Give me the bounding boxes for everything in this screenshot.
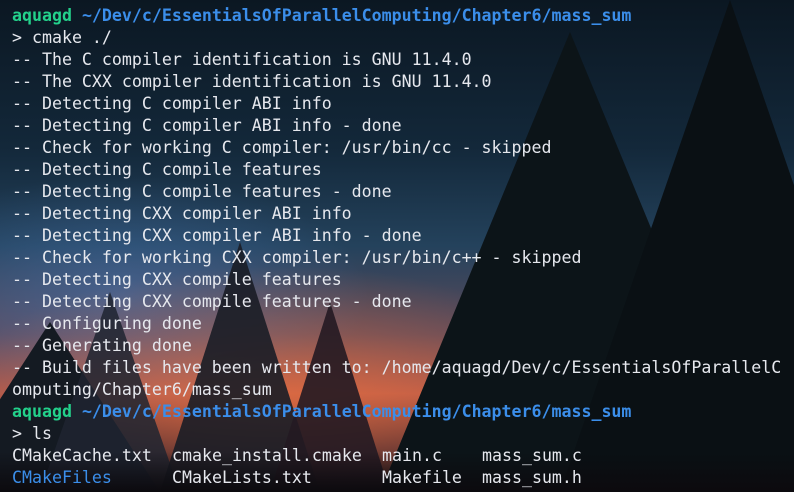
output-line: -- Generating done <box>12 336 192 355</box>
output-line: -- Detecting CXX compile features <box>12 270 342 289</box>
terminal-output[interactable]: aquagd ~/Dev/c/EssentialsOfParallelCompu… <box>12 5 794 489</box>
prompt-path: ~/Dev/c/EssentialsOfParallelComputing/Ch… <box>71 402 632 421</box>
output-line: -- Detecting C compile features - done <box>12 182 392 201</box>
directory-entry: CMakeFiles <box>12 468 112 487</box>
output-line: -- Detecting CXX compiler ABI info - don… <box>12 226 422 245</box>
shell-prompt: aquagd ~/Dev/c/EssentialsOfParallelCompu… <box>12 5 794 27</box>
output-line: -- Configuring done <box>12 314 202 333</box>
prompt-user: aquagd <box>12 6 72 25</box>
output-line: omputing/Chapter6/mass_sum <box>12 380 272 399</box>
file-entry: Makefile <box>382 468 462 487</box>
prompt-user: aquagd <box>12 402 72 421</box>
output-line: -- Detecting C compiler ABI info - done <box>12 116 402 135</box>
output-line: -- Detecting CXX compiler ABI info <box>12 204 352 223</box>
file-entry: main.c <box>382 446 442 465</box>
file-entry: CMakeCache.txt <box>12 446 152 465</box>
output-line: -- Detecting C compile features <box>12 160 322 179</box>
file-entry: cmake_install.cmake <box>172 446 362 465</box>
output-line: -- Check for working CXX compiler: /usr/… <box>12 248 582 267</box>
command-line: > ls <box>12 424 52 443</box>
output-line: -- Check for working C compiler: /usr/bi… <box>12 138 552 157</box>
output-line: -- Detecting C compiler ABI info <box>12 94 332 113</box>
prompt-path: ~/Dev/c/EssentialsOfParallelComputing/Ch… <box>71 6 632 25</box>
command-line: > cmake ./ <box>12 28 112 47</box>
file-entry: mass_sum.h <box>482 468 582 487</box>
ls-output-row: CMakeFiles CMakeLists.txt Makefile mass_… <box>12 467 794 489</box>
output-line: -- The C compiler identification is GNU … <box>12 50 472 69</box>
ls-output-row: CMakeCache.txt cmake_install.cmake main.… <box>12 445 794 467</box>
shell-prompt: aquagd ~/Dev/c/EssentialsOfParallelCompu… <box>12 401 794 423</box>
output-line: -- The CXX compiler identification is GN… <box>12 72 492 91</box>
file-entry: mass_sum.c <box>482 446 582 465</box>
file-entry: CMakeLists.txt <box>172 468 312 487</box>
output-line: -- Detecting CXX compile features - done <box>12 292 412 311</box>
output-line: -- Build files have been written to: /ho… <box>12 358 782 377</box>
